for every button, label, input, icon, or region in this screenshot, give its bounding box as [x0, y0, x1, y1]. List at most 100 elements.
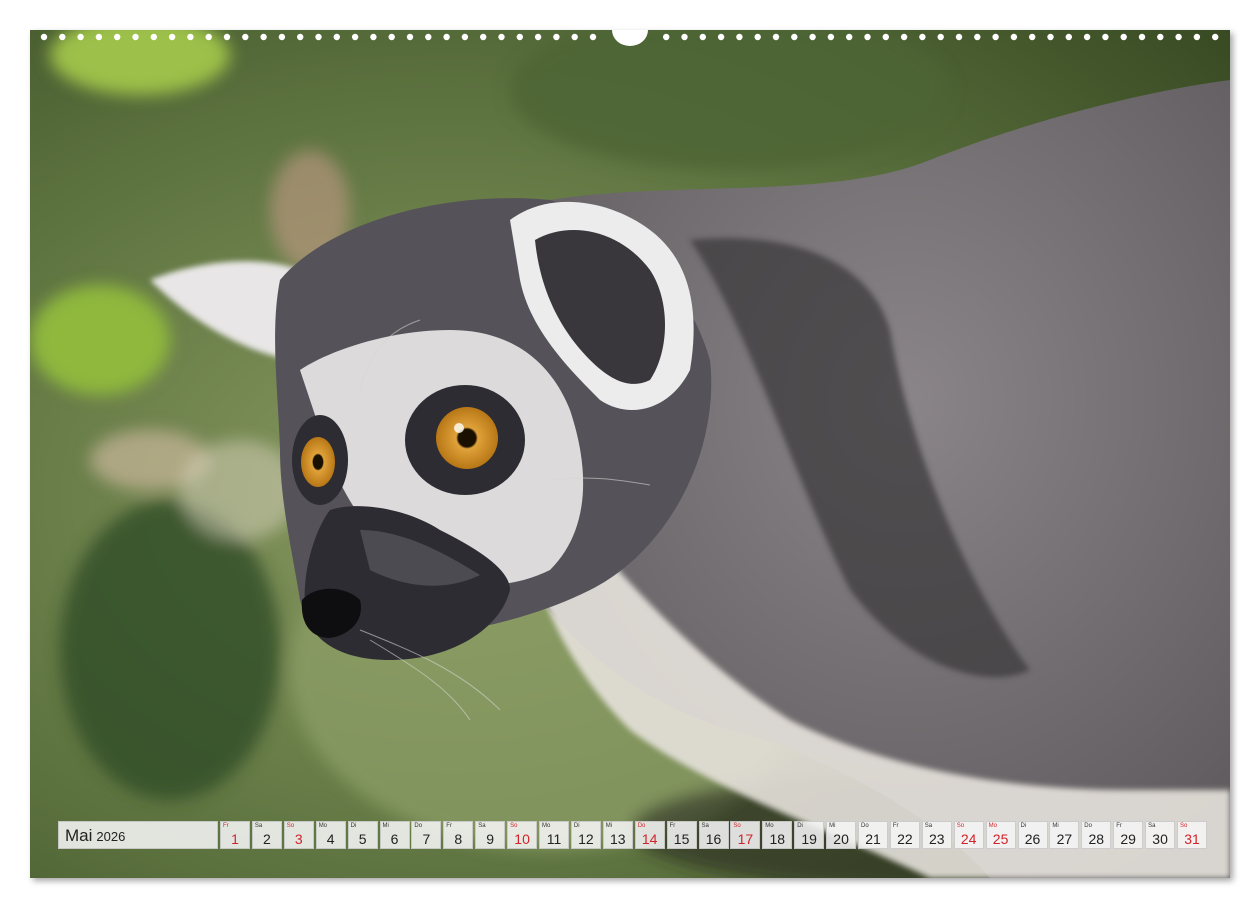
day-cell: Sa 9 [475, 821, 506, 849]
day-weekday: Fr [446, 823, 452, 829]
day-weekday: Do [414, 823, 423, 829]
day-weekday: Mi [829, 823, 836, 829]
binding-hole [150, 33, 157, 41]
day-number: 29 [1120, 831, 1136, 847]
binding-hole [827, 33, 835, 41]
day-weekday: Mi [1052, 823, 1059, 829]
day-weekday: Mi [382, 823, 389, 829]
binding-hole [168, 33, 176, 41]
day-weekday: Sa [254, 823, 263, 829]
binding-hole [1010, 33, 1018, 41]
day-number: 27 [1056, 831, 1073, 847]
day-weekday: Fr [1116, 823, 1122, 829]
day-cell: So 31 [1177, 821, 1207, 849]
day-cell: Di 19 [794, 821, 825, 849]
binding-hole [919, 33, 926, 41]
binding-hole [315, 33, 322, 41]
day-number: 5 [358, 831, 367, 847]
day-number: 12 [578, 831, 594, 847]
binding-hole [681, 33, 688, 41]
binding-hole [534, 33, 542, 41]
day-cell: Fr 15 [666, 821, 697, 849]
day-number: 30 [1152, 831, 1168, 847]
binding-hole [1102, 33, 1109, 41]
day-cell: Mi 6 [379, 821, 410, 849]
day-number: 15 [673, 831, 690, 847]
day-number: 26 [1024, 831, 1041, 847]
binding-hole [1138, 33, 1146, 41]
binding-hole [864, 33, 871, 41]
day-weekday: Do [1084, 823, 1092, 829]
day-cell: So 17 [730, 821, 761, 849]
day-weekday: Fr [669, 823, 676, 829]
day-weekday: Sa [478, 823, 486, 829]
day-number: 22 [897, 831, 913, 847]
calendar-strip: Mai 2026 Fr 1 Sa 2 So 3 Mo 4 Di 5 Mi 6 Do 7 Fr 8 Sa 9 So 10 M… [58, 821, 1207, 850]
binding-hole [717, 33, 725, 41]
day-weekday: Di [1020, 823, 1027, 829]
binding-hole [351, 33, 359, 41]
day-cell: Di 5 [347, 821, 378, 849]
day-cell: Do 28 [1081, 821, 1112, 849]
binding-hole [205, 33, 212, 41]
day-cell: Fr 8 [443, 821, 474, 849]
day-number: 11 [546, 831, 562, 847]
day-cell: Di 12 [570, 821, 601, 849]
binding-hole [388, 33, 395, 41]
binding-hole [132, 33, 139, 41]
binding-hole [736, 33, 743, 41]
binding-hole [77, 33, 84, 41]
day-cell: Sa 30 [1145, 821, 1176, 849]
day-cell: Fr 29 [1113, 821, 1144, 849]
day-weekday: Di [350, 823, 357, 829]
binding-hole [260, 33, 267, 41]
hanger-notch [612, 30, 648, 46]
day-number: 4 [326, 831, 335, 847]
binding-hole [974, 33, 981, 41]
day-weekday: Di [573, 823, 580, 829]
day-number: 20 [833, 831, 849, 847]
day-number: 18 [769, 831, 786, 847]
binding-hole [1065, 33, 1073, 41]
day-number: 1 [231, 831, 239, 847]
day-cell: Di 26 [1017, 821, 1048, 849]
binding-hole [1157, 33, 1164, 41]
day-cell: So 3 [283, 821, 314, 849]
day-weekday: So [510, 823, 518, 829]
day-weekday: Mo [988, 823, 997, 829]
year: 2026 [96, 829, 126, 844]
day-number: 16 [705, 831, 722, 847]
binding-hole [278, 33, 286, 41]
binding-hole [242, 33, 249, 41]
day-weekday: Sa [924, 823, 933, 829]
month-name: Mai [65, 826, 93, 845]
binding-hole [187, 33, 194, 41]
day-number: 19 [801, 831, 817, 847]
binding-hole [498, 33, 505, 41]
binding-hole [443, 33, 450, 41]
day-cell: Mi 13 [602, 821, 633, 849]
day-cell: Mi 20 [826, 821, 857, 849]
lemur-photo [30, 30, 1230, 878]
binding-hole [900, 33, 908, 41]
day-cell: Do 21 [858, 821, 888, 849]
binding-hole [516, 33, 523, 41]
day-number: 9 [486, 831, 495, 847]
day-number: 7 [422, 831, 431, 847]
day-cell: Sa 2 [251, 821, 282, 849]
binding-hole [1083, 33, 1091, 41]
day-weekday: Fr [223, 823, 229, 829]
day-number: 8 [454, 831, 463, 847]
day-number: 25 [992, 831, 1009, 847]
day-number: 6 [390, 831, 399, 847]
day-number: 23 [929, 831, 945, 847]
binding-hole [1212, 33, 1219, 41]
day-cell: Mo 4 [315, 821, 346, 849]
day-cell: Do 14 [634, 821, 665, 849]
day-weekday: So [286, 823, 295, 829]
day-number: 14 [641, 831, 658, 847]
binding-hole [1029, 33, 1036, 41]
day-weekday: So [1180, 823, 1188, 829]
binding-hole [553, 33, 560, 41]
day-number: 2 [262, 831, 271, 847]
